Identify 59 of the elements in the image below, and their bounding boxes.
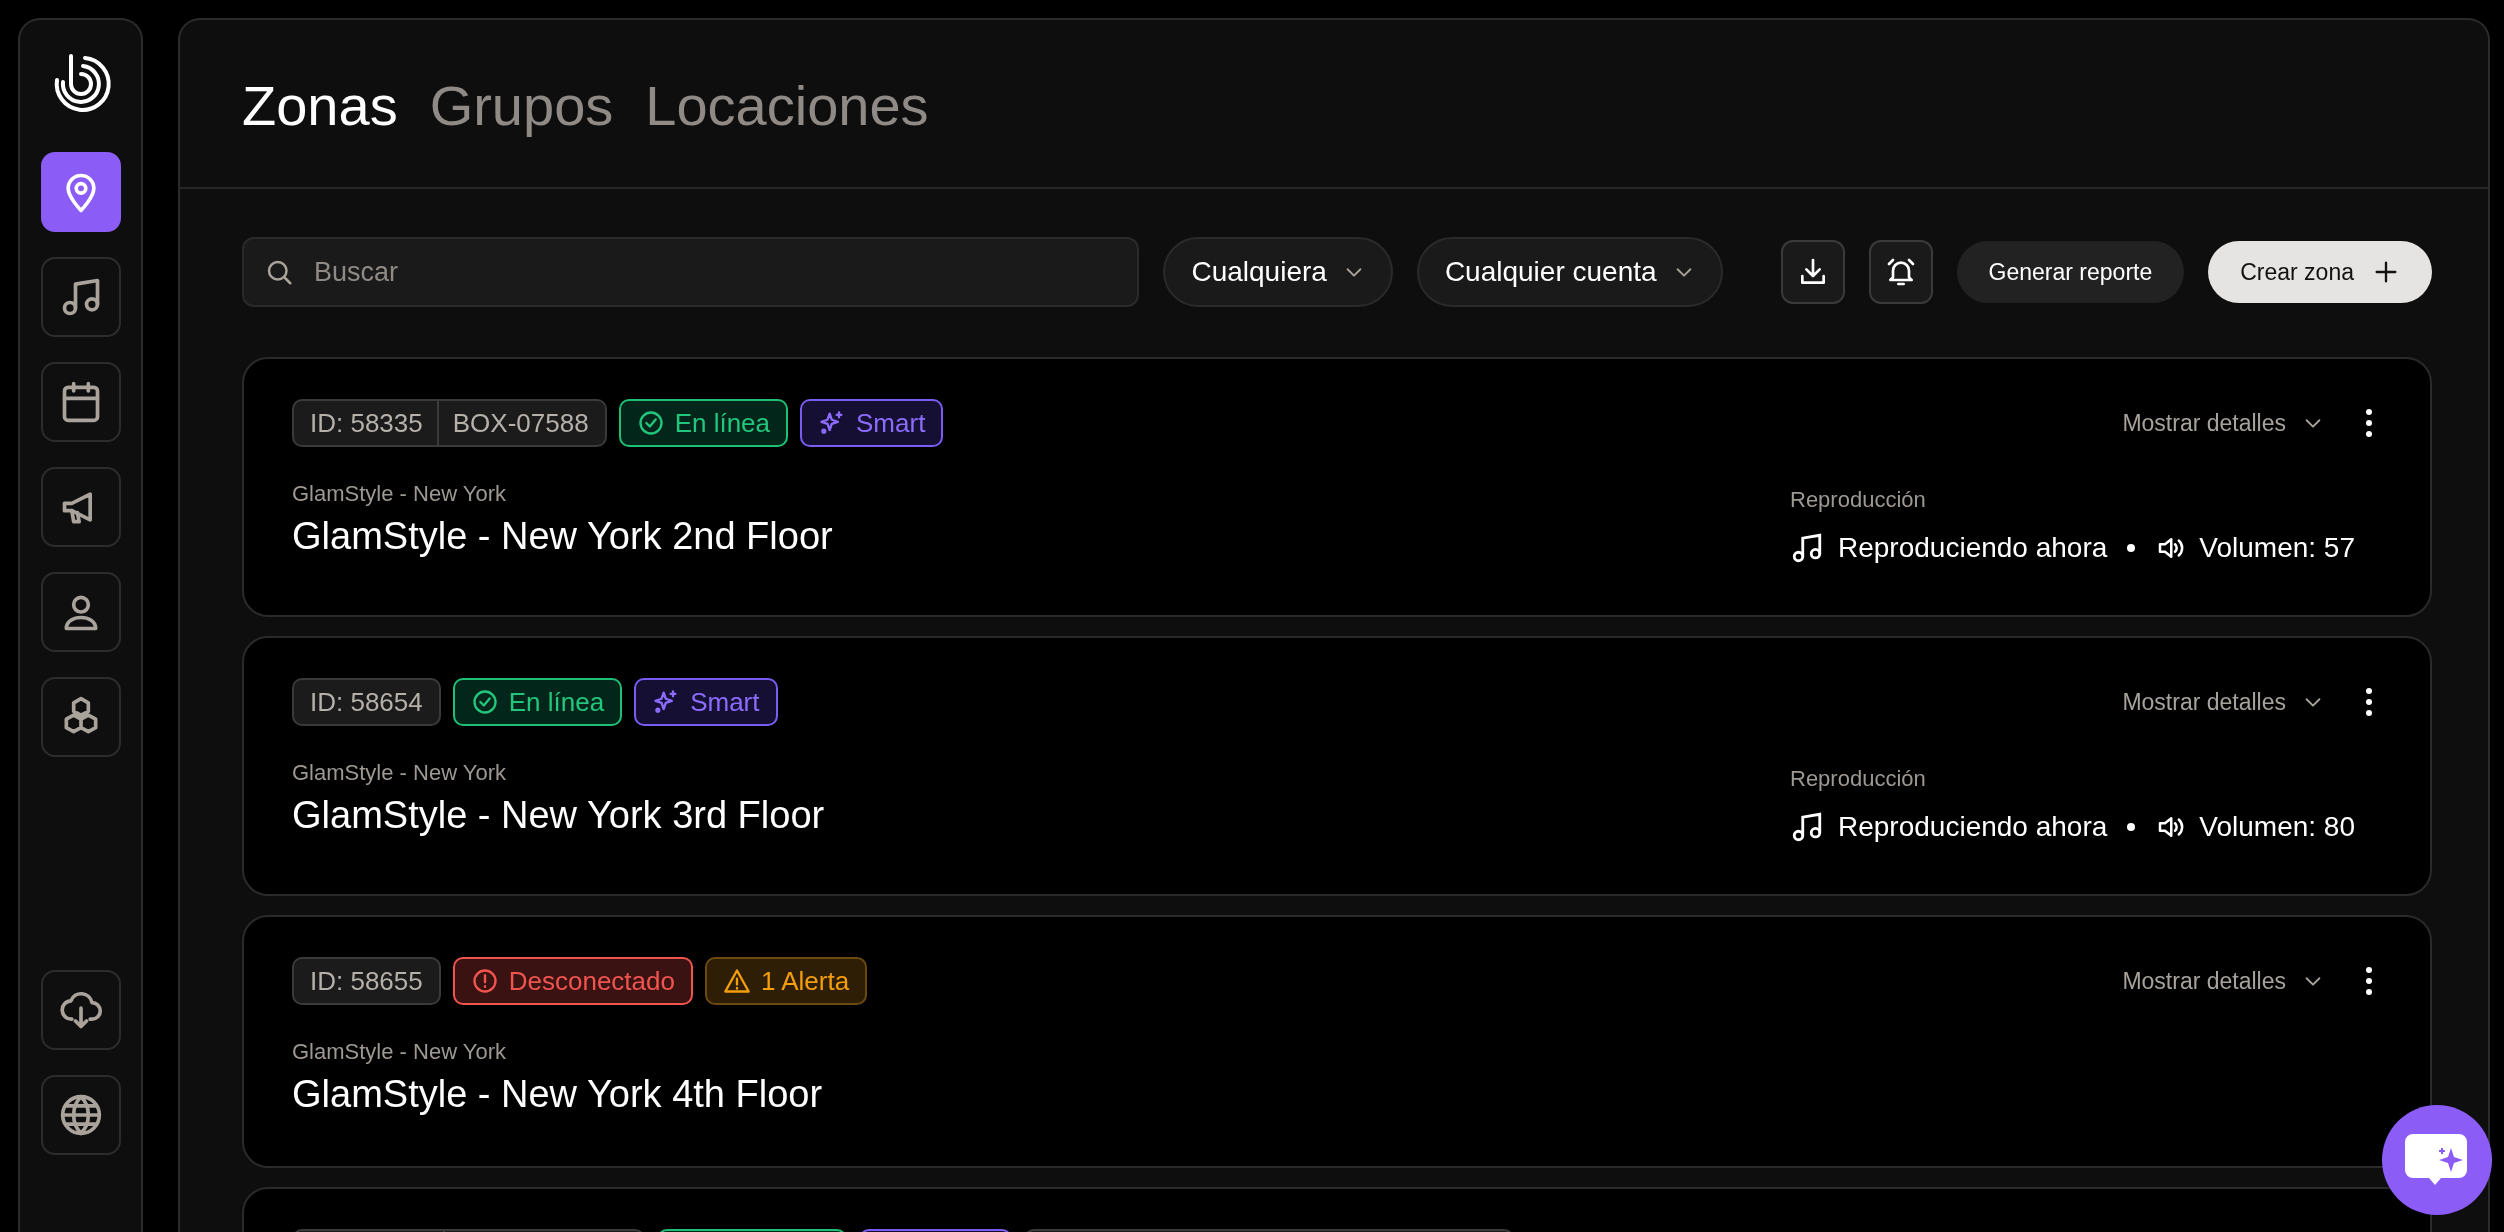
offline-icon — [470, 967, 499, 995]
chat-sparkle-icon — [2405, 1134, 2469, 1186]
account-name: GlamStyle - New York — [292, 760, 507, 786]
sidebar-nav-button[interactable] — [40, 572, 121, 652]
separator-dot — [2127, 823, 2136, 831]
badge-text: ID: 58655 — [310, 965, 423, 997]
badge-text: ID: 58335 — [310, 407, 423, 439]
tab[interactable]: Locaciones — [645, 68, 929, 142]
alert-icon — [723, 967, 751, 995]
zone-name: GlamStyle - New York 4th Floor — [292, 1073, 824, 1116]
sidebar-nav-button[interactable] — [40, 152, 121, 232]
device-code: BOX-07588 — [452, 407, 589, 439]
tab[interactable]: Grupos — [429, 68, 614, 142]
show-details-button[interactable]: Mostrar detalles — [2122, 967, 2324, 995]
more-options-button[interactable] — [2364, 686, 2374, 718]
volume-level: Volumen: 57 — [2199, 532, 2355, 564]
kebab-icon — [2364, 965, 2374, 997]
kebab-icon — [2364, 407, 2374, 439]
account-name: GlamStyle - New York — [292, 481, 507, 507]
online-icon — [636, 409, 665, 437]
filter-dropdown[interactable]: Cualquier cuenta — [1416, 237, 1723, 307]
show-details-button[interactable]: Mostrar detalles — [2122, 409, 2324, 437]
globe-icon — [58, 1093, 103, 1137]
badge-text: ID: 58654 — [310, 686, 423, 718]
more-options-button[interactable] — [2364, 407, 2374, 439]
music-note-icon — [1790, 531, 1824, 565]
separator-dot — [2127, 544, 2136, 552]
tab[interactable]: Zonas — [242, 68, 398, 142]
sidebar-nav-button[interactable] — [40, 1075, 121, 1155]
badge-text: En línea — [508, 686, 605, 718]
filter-dropdown[interactable]: Cualquiera — [1163, 237, 1393, 307]
volume-level: Volumen: 80 — [2199, 811, 2355, 843]
sidebar-nav-button[interactable] — [40, 970, 121, 1050]
playback-label: Reproducción — [1790, 766, 1927, 792]
download-button[interactable] — [1780, 240, 1845, 304]
badge-text: Smart — [690, 686, 760, 718]
create-zone-button[interactable]: Crear zona — [2208, 241, 2432, 303]
badge-text: En línea — [674, 407, 771, 439]
sidebar-nav-button[interactable] — [40, 677, 121, 757]
playback-label: Reproducción — [1790, 487, 1927, 513]
alarm-button[interactable] — [1868, 240, 1933, 304]
search-field[interactable]: Buscar — [242, 237, 1140, 307]
online-icon — [470, 688, 499, 716]
badge-text: Smart — [856, 407, 926, 439]
zone-name: GlamStyle - New York 3rd Floor — [292, 794, 826, 837]
generate-report-button[interactable]: Generar reporte — [1956, 241, 2185, 303]
account-name: GlamStyle - New York — [292, 1039, 507, 1065]
kebab-icon — [2364, 686, 2374, 718]
badge-text: Desconectado — [508, 965, 675, 997]
sidebar-nav-button[interactable] — [40, 362, 121, 442]
badge-text: 1 Alerta — [761, 965, 850, 997]
zone-name: GlamStyle - New York 2nd Floor — [292, 515, 834, 558]
music-note-icon — [1790, 810, 1824, 844]
playback-status: Reproduciendo ahora — [1838, 532, 2108, 564]
show-details-button[interactable]: Mostrar detalles — [2122, 688, 2324, 716]
sidebar-nav-button[interactable] — [40, 257, 121, 337]
playback-status: Reproduciendo ahora — [1838, 811, 2108, 843]
more-options-button[interactable] — [2364, 965, 2374, 997]
sidebar-nav-button[interactable] — [40, 467, 121, 547]
